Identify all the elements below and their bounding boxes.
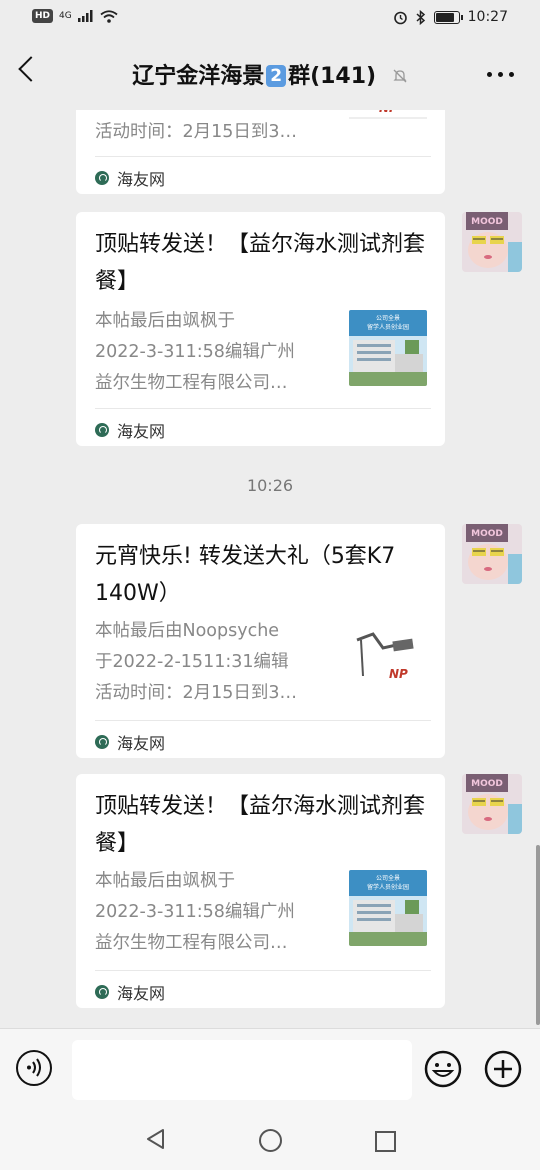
card-source: 海友网 [95,730,165,754]
card-divider [95,408,431,409]
card-description-line: 本帖最后由飒枫于 [95,311,235,331]
clock: 10:27 [467,9,508,25]
thumb-caption: 留学人员创业园 [367,323,409,331]
nav-back-icon[interactable] [145,1128,167,1150]
input-bar [0,1028,540,1107]
haiyou-logo-icon [95,735,109,749]
network-type: 4G [59,11,72,21]
card-title: 元宵快乐! 转发送大礼（5套K7 140W） [95,544,396,606]
card-title: 顶贴转发送！【益尔海水测试剂套餐】 [95,232,426,294]
card-description-line: 活动时间：2月15日到3… [95,122,298,142]
lamp-brand-text: NP [389,667,408,681]
signal-icon [77,10,93,22]
avatar[interactable]: MOOD [462,774,522,834]
system-nav-bar [0,1106,540,1170]
avatar[interactable]: MOOD [462,524,522,584]
chat-area[interactable]: 活动时间：2月15日到3… NP 海友网 顶贴转发送！【益尔海水测试剂套餐】 本… [0,110,540,1028]
card-description-line: 本帖最后由Noopsyche [95,621,280,641]
card-source-label: 海友网 [117,170,166,189]
card-thumbnail-lamp: NP [349,110,427,138]
card-source: 海友网 [95,418,165,442]
link-card[interactable]: 活动时间：2月15日到3… NP 海友网 [76,110,445,194]
bell-off-icon [393,69,407,83]
card-description-line: 益尔生物工程有限公司… [95,373,288,393]
haiyou-logo-icon [95,423,109,437]
card-divider [95,720,431,721]
card-source: 海友网 [95,166,165,190]
card-divider [95,970,431,971]
thumb-caption: 留学人员创业园 [367,883,409,891]
bluetooth-icon [416,9,425,25]
voice-icon[interactable] [16,1050,52,1086]
status-right: 10:27 [393,9,508,25]
card-title: 顶贴转发送！【益尔海水测试剂套餐】 [95,794,426,856]
title-number-badge: 2 [266,65,287,87]
card-source-label: 海友网 [117,984,166,1003]
nav-home-icon[interactable] [259,1129,282,1152]
plus-icon[interactable] [484,1050,522,1088]
nav-recents-icon[interactable] [375,1131,396,1152]
chat-title: 辽宁金洋海景 2 群(141) [0,58,540,90]
link-card[interactable]: 顶贴转发送！【益尔海水测试剂套餐】 本帖最后由飒枫于 2022-3-311:58… [76,212,445,446]
emoji-icon[interactable] [424,1050,462,1088]
link-card[interactable]: 顶贴转发送！【益尔海水测试剂套餐】 本帖最后由飒枫于 2022-3-311:58… [76,774,445,1008]
card-description-line: 活动时间：2月15日到3… [95,683,298,703]
status-bar: HD 4G 10:27 [0,0,540,38]
thumb-caption: 公司全景 [376,874,400,882]
card-source-label: 海友网 [117,734,166,753]
message-timestamp: 10:26 [246,476,294,495]
avatar-badge-text: MOOD [471,217,503,227]
card-source-label: 海友网 [117,422,166,441]
card-thumbnail-building: 公司全景 留学人员创业园 [349,870,427,946]
card-thumbnail-lamp: NP [349,620,427,696]
wifi-icon [100,9,118,23]
more-dots-icon[interactable] [487,72,514,77]
title-prefix: 辽宁金洋海景 [132,64,265,89]
hd-badge: HD [32,9,54,23]
haiyou-logo-icon [95,171,109,185]
scrollbar[interactable] [536,845,540,1025]
card-description-line: 2022-3-311:58编辑广州 [95,902,295,922]
avatar[interactable]: MOOD [462,212,522,272]
battery-icon [433,10,463,24]
card-description-line: 益尔生物工程有限公司… [95,933,288,953]
alarm-icon [393,11,407,24]
message-input[interactable] [72,1040,412,1100]
card-source: 海友网 [95,980,165,1004]
card-description-line: 2022-3-311:58编辑广州 [95,342,295,362]
title-suffix: 群(141) [288,64,377,89]
status-left: HD 4G [32,9,118,23]
card-thumbnail-building: 公司全景 留学人员创业园 [349,310,427,386]
avatar-badge-text: MOOD [471,779,503,789]
link-card[interactable]: 元宵快乐! 转发送大礼（5套K7 140W） 本帖最后由Noopsyche 于2… [76,524,445,758]
card-description-line: 本帖最后由飒枫于 [95,871,235,891]
haiyou-logo-icon [95,985,109,999]
avatar-badge-text: MOOD [471,529,503,539]
card-divider [95,156,431,157]
thumb-caption: 公司全景 [376,314,400,322]
card-description-line: 于2022-2-1511:31编辑 [95,652,289,672]
chat-header: 辽宁金洋海景 2 群(141) [0,38,540,110]
lamp-brand-text: NP [379,110,398,115]
